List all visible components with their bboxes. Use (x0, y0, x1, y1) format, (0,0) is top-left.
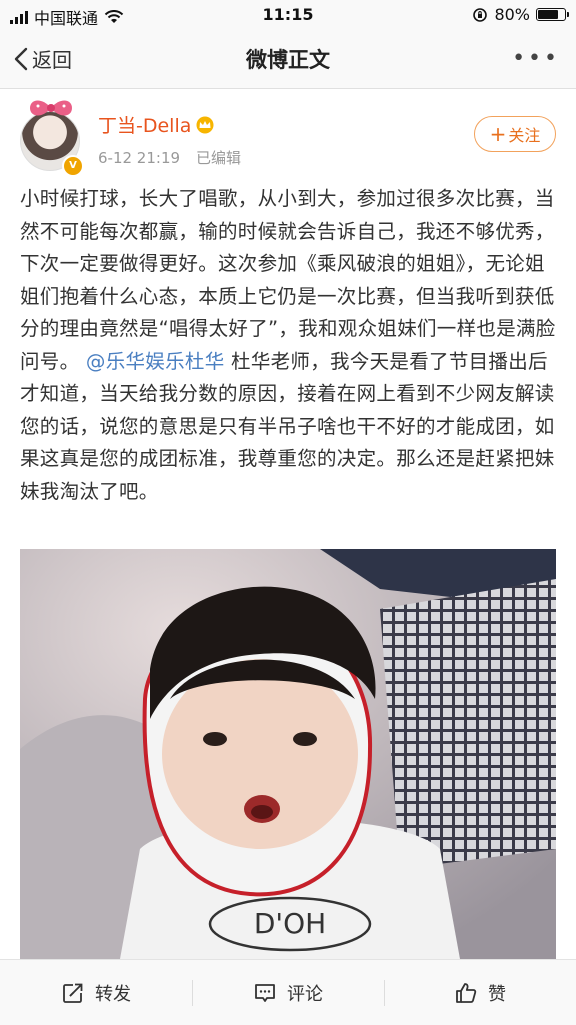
verified-badge-icon: V (62, 155, 84, 177)
mention-link[interactable]: @乐华娱乐杜华 (86, 350, 225, 373)
repost-button[interactable]: 转发 (0, 960, 192, 1025)
battery-percent: 80% (494, 5, 530, 24)
comment-button[interactable]: 评论 (192, 960, 384, 1025)
comment-icon (255, 983, 275, 1002)
author-name-text: 丁当-Della (98, 115, 192, 137)
edited-label: 已编辑 (196, 149, 242, 167)
author-avatar[interactable]: V (20, 97, 84, 177)
photo-image: D'OH (20, 549, 556, 959)
shirt-text: D'OH (254, 907, 326, 940)
weibo-post: V 丁当-Della 6-12 21:19 已编辑 + 关注 小时候打球，长大了唱… (0, 89, 576, 959)
post-meta: 6-12 21:19 已编辑 (98, 147, 241, 168)
thumbs-up-icon (456, 982, 477, 1003)
post-photo[interactable]: D'OH (20, 549, 556, 959)
status-right: 80% (472, 5, 569, 24)
repost-icon (63, 981, 84, 1003)
battery-icon (536, 8, 569, 21)
post-text: 小时候打球，长大了唱歌，从小到大，参加过很多次比赛，当然不可能每次都赢，输的时候… (20, 183, 560, 508)
like-label: 赞 (488, 983, 506, 1005)
post-date: 6-12 21:19 (98, 149, 181, 167)
post-text-part1: 小时候打球，长大了唱歌，从小到大，参加过很多次比赛，当然不可能每次都赢，输的时候… (20, 187, 556, 373)
crown-icon (196, 116, 214, 133)
repost-label: 转发 (95, 983, 131, 1005)
follow-label: 关注 (508, 126, 541, 145)
plus-icon: + (489, 122, 507, 146)
nav-bar: 返回 微博正文 ••• (0, 30, 576, 89)
author-name[interactable]: 丁当-Della (98, 111, 215, 138)
page-title: 微博正文 (246, 48, 330, 72)
like-button[interactable]: 赞 (384, 960, 576, 1025)
comment-label: 评论 (287, 983, 323, 1005)
more-options-icon[interactable]: ••• (512, 46, 560, 71)
action-bar: 转发 评论 赞 (0, 959, 576, 1025)
status-bar: 中国联通 11:15 80% (0, 0, 576, 30)
orientation-lock-icon (473, 7, 488, 22)
bow-decoration-icon (30, 100, 72, 116)
follow-button[interactable]: + 关注 (474, 116, 556, 152)
